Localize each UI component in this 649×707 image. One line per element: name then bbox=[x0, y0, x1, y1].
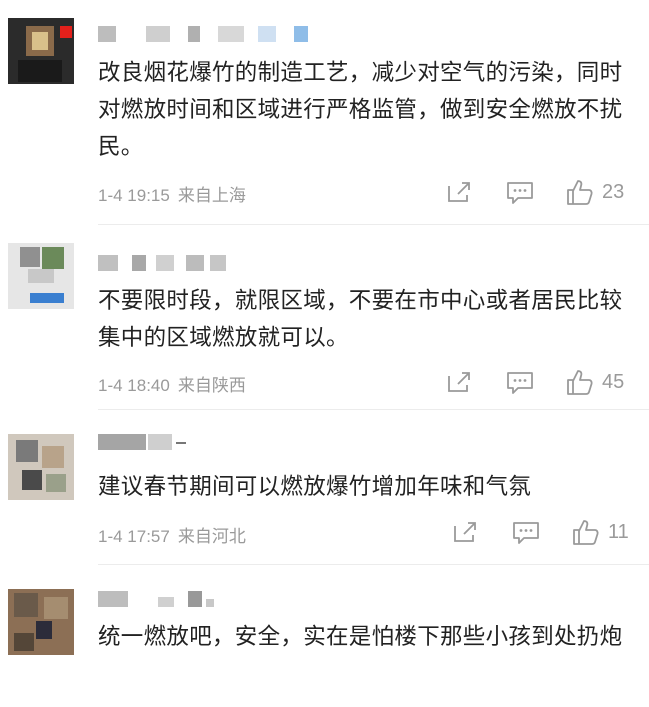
like-button[interactable]: 23 bbox=[566, 178, 624, 206]
comment-meta: 1-4 18:40 来自陕西 bbox=[98, 371, 246, 396]
comment-button[interactable] bbox=[506, 370, 534, 396]
avatar[interactable] bbox=[8, 243, 74, 309]
comment-text: 改良烟花爆竹的制造工艺，减少对空气的污染，同时对燃放时间和区域进行严格监管，做到… bbox=[98, 60, 623, 159]
avatar[interactable] bbox=[8, 18, 74, 84]
comment-location: 来自陕西 bbox=[177, 376, 246, 395]
like-button[interactable]: 45 bbox=[566, 368, 624, 396]
comment-item: 建议春节期间可以燃放爆竹增加年味和气氛 1-4 17:57 来自河北 11 bbox=[0, 410, 649, 565]
comment-location: 来自河北 bbox=[177, 527, 246, 546]
comment-meta: 1-4 17:57 来自河北 bbox=[98, 522, 246, 547]
like-count: 11 bbox=[608, 520, 629, 543]
comment-text: 不要限时段，就限区域，不要在市中心或者居民比较集中的区域燃放就可以。 bbox=[98, 288, 623, 350]
comment-text: 建议春节期间可以燃放爆竹增加年味和气氛 bbox=[98, 474, 532, 499]
like-button[interactable]: 11 bbox=[572, 518, 629, 546]
comment-icon bbox=[507, 372, 533, 394]
comment-item: 改良烟花爆竹的制造工艺，减少对空气的污染，同时对燃放时间和区域进行严格监管，做到… bbox=[0, 0, 649, 225]
username[interactable] bbox=[98, 591, 228, 611]
share-icon bbox=[454, 522, 476, 542]
thumbs-up-icon bbox=[573, 520, 599, 545]
thumbs-up-icon bbox=[567, 370, 593, 395]
username[interactable] bbox=[98, 26, 328, 46]
comment-meta: 1-4 19:15 来自上海 bbox=[98, 181, 246, 206]
like-count: 23 bbox=[602, 180, 625, 203]
comment-date: 1-4 19:15 bbox=[98, 186, 170, 205]
comment-icon bbox=[507, 182, 533, 204]
share-button[interactable] bbox=[446, 370, 472, 394]
like-count: 45 bbox=[602, 370, 625, 393]
comment-button[interactable] bbox=[512, 520, 540, 546]
comment-icon bbox=[513, 522, 539, 544]
username[interactable] bbox=[98, 434, 198, 454]
comment-button[interactable] bbox=[506, 180, 534, 206]
username[interactable] bbox=[98, 255, 238, 275]
comment-date: 1-4 17:57 bbox=[98, 527, 170, 546]
comment-item: 不要限时段，就限区域，不要在市中心或者居民比较集中的区域燃放就可以。 1-4 1… bbox=[0, 225, 649, 410]
thumbs-up-icon bbox=[567, 180, 593, 205]
avatar[interactable] bbox=[8, 434, 74, 500]
share-icon bbox=[448, 372, 470, 392]
comment-location: 来自上海 bbox=[177, 186, 246, 205]
share-icon bbox=[448, 182, 470, 202]
comment-item: 统一燃放吧，安全，实在是怕楼下那些小孩到处扔炮 bbox=[0, 565, 649, 707]
share-button[interactable] bbox=[446, 180, 472, 204]
comment-text: 统一燃放吧，安全，实在是怕楼下那些小孩到处扔炮 bbox=[98, 624, 623, 649]
avatar[interactable] bbox=[8, 589, 74, 655]
comment-date: 1-4 18:40 bbox=[98, 376, 170, 395]
share-button[interactable] bbox=[452, 520, 478, 544]
